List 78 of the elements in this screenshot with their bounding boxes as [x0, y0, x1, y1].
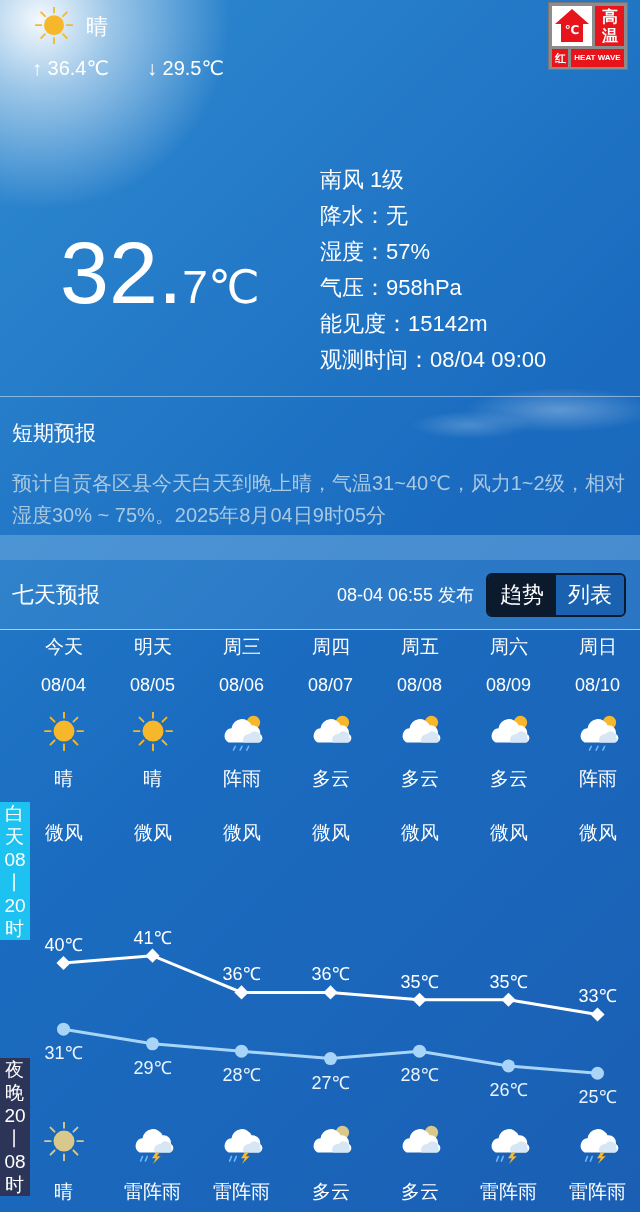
day-weather: 晴	[54, 767, 73, 791]
data-label: 28℃	[222, 1065, 261, 1086]
data-point	[413, 1044, 426, 1058]
weather-detail: 湿度：57%	[320, 238, 431, 266]
data-label: 35℃	[400, 971, 439, 992]
night-weather: 晴	[54, 1179, 73, 1204]
weather-detail: 降水：无	[320, 202, 408, 230]
day-weather: 晴	[143, 767, 162, 791]
weekday: 周三	[222, 635, 261, 659]
day-weather: 多云	[489, 767, 528, 791]
weekday: 周六	[489, 635, 528, 659]
night-weather: 雷阵雨	[124, 1179, 181, 1204]
weekday: 周四	[311, 635, 350, 659]
day-weather: 阵雨	[222, 767, 261, 791]
low-temperature: ↓ 29.5℃	[146, 56, 224, 80]
day-weather: 多云	[400, 767, 439, 791]
night-weather: 雷阵雨	[480, 1179, 537, 1204]
publish-time: 08-04 06:55 发布	[336, 583, 474, 607]
data-label: 29℃	[133, 1057, 172, 1078]
data-point	[502, 1059, 515, 1073]
weather-condition: 晴	[86, 13, 108, 41]
wind: 微风	[133, 821, 172, 845]
view-tab[interactable]: 趋势	[488, 574, 556, 615]
night-weather: 雷阵雨	[213, 1179, 270, 1204]
weather-detail: 能见度：15142m	[320, 310, 488, 338]
data-point	[591, 1066, 604, 1080]
badge-label: HEAT WAVE	[571, 49, 624, 67]
wind: 微风	[222, 821, 261, 845]
day-weather: 阵雨	[578, 767, 617, 791]
high-temperature: ↑ 36.4℃	[32, 56, 109, 80]
night-weather: 多云	[400, 1179, 439, 1204]
wind: 微风	[44, 821, 83, 845]
data-label: 36℃	[222, 964, 261, 985]
data-label: 36℃	[311, 964, 350, 985]
weekday: 周五	[400, 635, 439, 659]
data-point	[146, 1037, 159, 1051]
data-point	[57, 1022, 70, 1036]
section-title: 短期预报	[12, 420, 97, 446]
data-label: 41℃	[133, 927, 172, 948]
date: 08/04	[40, 673, 86, 697]
data-label: 27℃	[311, 1072, 350, 1093]
data-label: 33℃	[578, 986, 617, 1007]
current-temperature: 32.7℃	[59, 222, 261, 324]
data-point	[324, 1052, 337, 1066]
weather-detail: 气压：958hPa	[320, 274, 462, 302]
weather-detail: 南风 1级	[320, 166, 405, 194]
weekday: 明天	[133, 635, 172, 659]
date: 08/09	[485, 673, 531, 697]
date: 08/05	[129, 673, 175, 697]
data-label: 26℃	[489, 1079, 528, 1100]
date: 08/08	[396, 673, 442, 697]
badge-grade: 红	[552, 49, 568, 67]
date: 08/07	[307, 673, 353, 697]
data-label: 25℃	[578, 1087, 617, 1108]
forecast-text: 预计自贡各区县今天白天到晚上晴，气温31~40℃，风力1~2级，相对湿度30% ~ 75%。2025年8月04日9时05分	[12, 471, 626, 528]
data-label: 40℃	[44, 935, 83, 955]
night-weather: 多云	[311, 1179, 350, 1204]
house-icon: ℃	[552, 6, 592, 46]
date: 08/06	[218, 673, 264, 697]
data-label: 35℃	[489, 971, 528, 992]
wind: 微风	[578, 821, 617, 845]
daytime-label: 白天08丨20时	[0, 802, 30, 940]
section-title: 七天预报	[12, 580, 100, 609]
wind: 微风	[311, 821, 350, 845]
weekday: 周日	[578, 635, 617, 659]
data-point	[235, 1044, 248, 1058]
sun-icon	[32, 7, 76, 47]
data-label: 31℃	[44, 1043, 83, 1064]
night-label: 夜晚20丨08时	[0, 1058, 30, 1196]
night-weather: 雷阵雨	[569, 1179, 626, 1204]
wind: 微风	[400, 821, 439, 845]
weekday: 今天	[44, 635, 83, 659]
badge-title: 高温	[595, 6, 624, 46]
day-weather: 多云	[311, 767, 350, 791]
date: 08/10	[574, 673, 620, 697]
wind: 微风	[489, 821, 528, 845]
data-label: 28℃	[400, 1065, 439, 1086]
weather-detail: 观测时间：08/04 09:00	[320, 346, 547, 374]
